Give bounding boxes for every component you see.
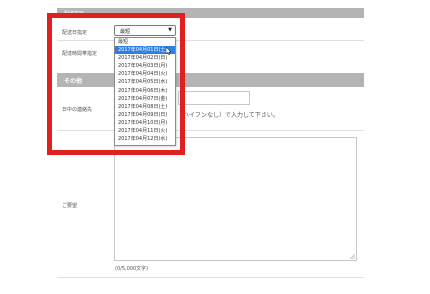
dropdown-option[interactable]: 2017年04月07日(金): [115, 95, 175, 103]
dropdown-option[interactable]: 2017年04月04日(火): [115, 70, 175, 78]
delivery-date-selected-value: 最短: [120, 29, 131, 35]
daytime-phone-input[interactable]: [178, 91, 250, 105]
request-textarea[interactable]: [114, 137, 357, 261]
mouse-cursor-icon: [166, 47, 172, 55]
dropdown-option[interactable]: 2017年04月05日(水): [115, 78, 175, 86]
dropdown-option[interactable]: 2017年04月02日(日): [115, 54, 175, 62]
request-char-counter: (0/5,000文字): [115, 266, 149, 272]
delivery-date-label: 配送日指定: [62, 30, 88, 36]
delivery-section-title: 配送指定: [64, 11, 85, 17]
dropdown-option[interactable]: 2017年04月12日(水): [115, 135, 175, 143]
delivery-time-label: 配達時間帯指定: [62, 51, 98, 57]
dropdown-arrow-icon: ▼: [168, 27, 172, 33]
other-section-title: その他: [64, 78, 83, 85]
row-divider: [57, 277, 364, 278]
dropdown-option[interactable]: 2017年04月09日(日): [115, 111, 175, 119]
row-divider: [57, 130, 364, 131]
resize-handle-icon[interactable]: [350, 254, 355, 259]
dropdown-option[interactable]: 2017年04月10日(月): [115, 119, 175, 127]
dropdown-option[interactable]: 最短: [115, 38, 175, 46]
other-section-header: その他: [57, 73, 364, 87]
request-label: ご要望: [62, 203, 78, 209]
delivery-date-select[interactable]: 最短 ▼: [114, 25, 176, 36]
dropdown-option[interactable]: 2017年04月03日(月): [115, 62, 175, 70]
dropdown-option[interactable]: 2017年04月11日(火): [115, 127, 175, 135]
daytime-contact-label: 日中の連絡先: [62, 107, 93, 113]
delivery-section-header: 配送指定: [57, 8, 364, 18]
dropdown-option[interactable]: 2017年04月08日(土): [115, 103, 175, 111]
row-divider: [57, 40, 364, 41]
dropdown-option[interactable]: 2017年04月06日(木): [115, 87, 175, 95]
phone-hint-text: （ハイフンなし）で入力して下さい。: [177, 112, 279, 119]
